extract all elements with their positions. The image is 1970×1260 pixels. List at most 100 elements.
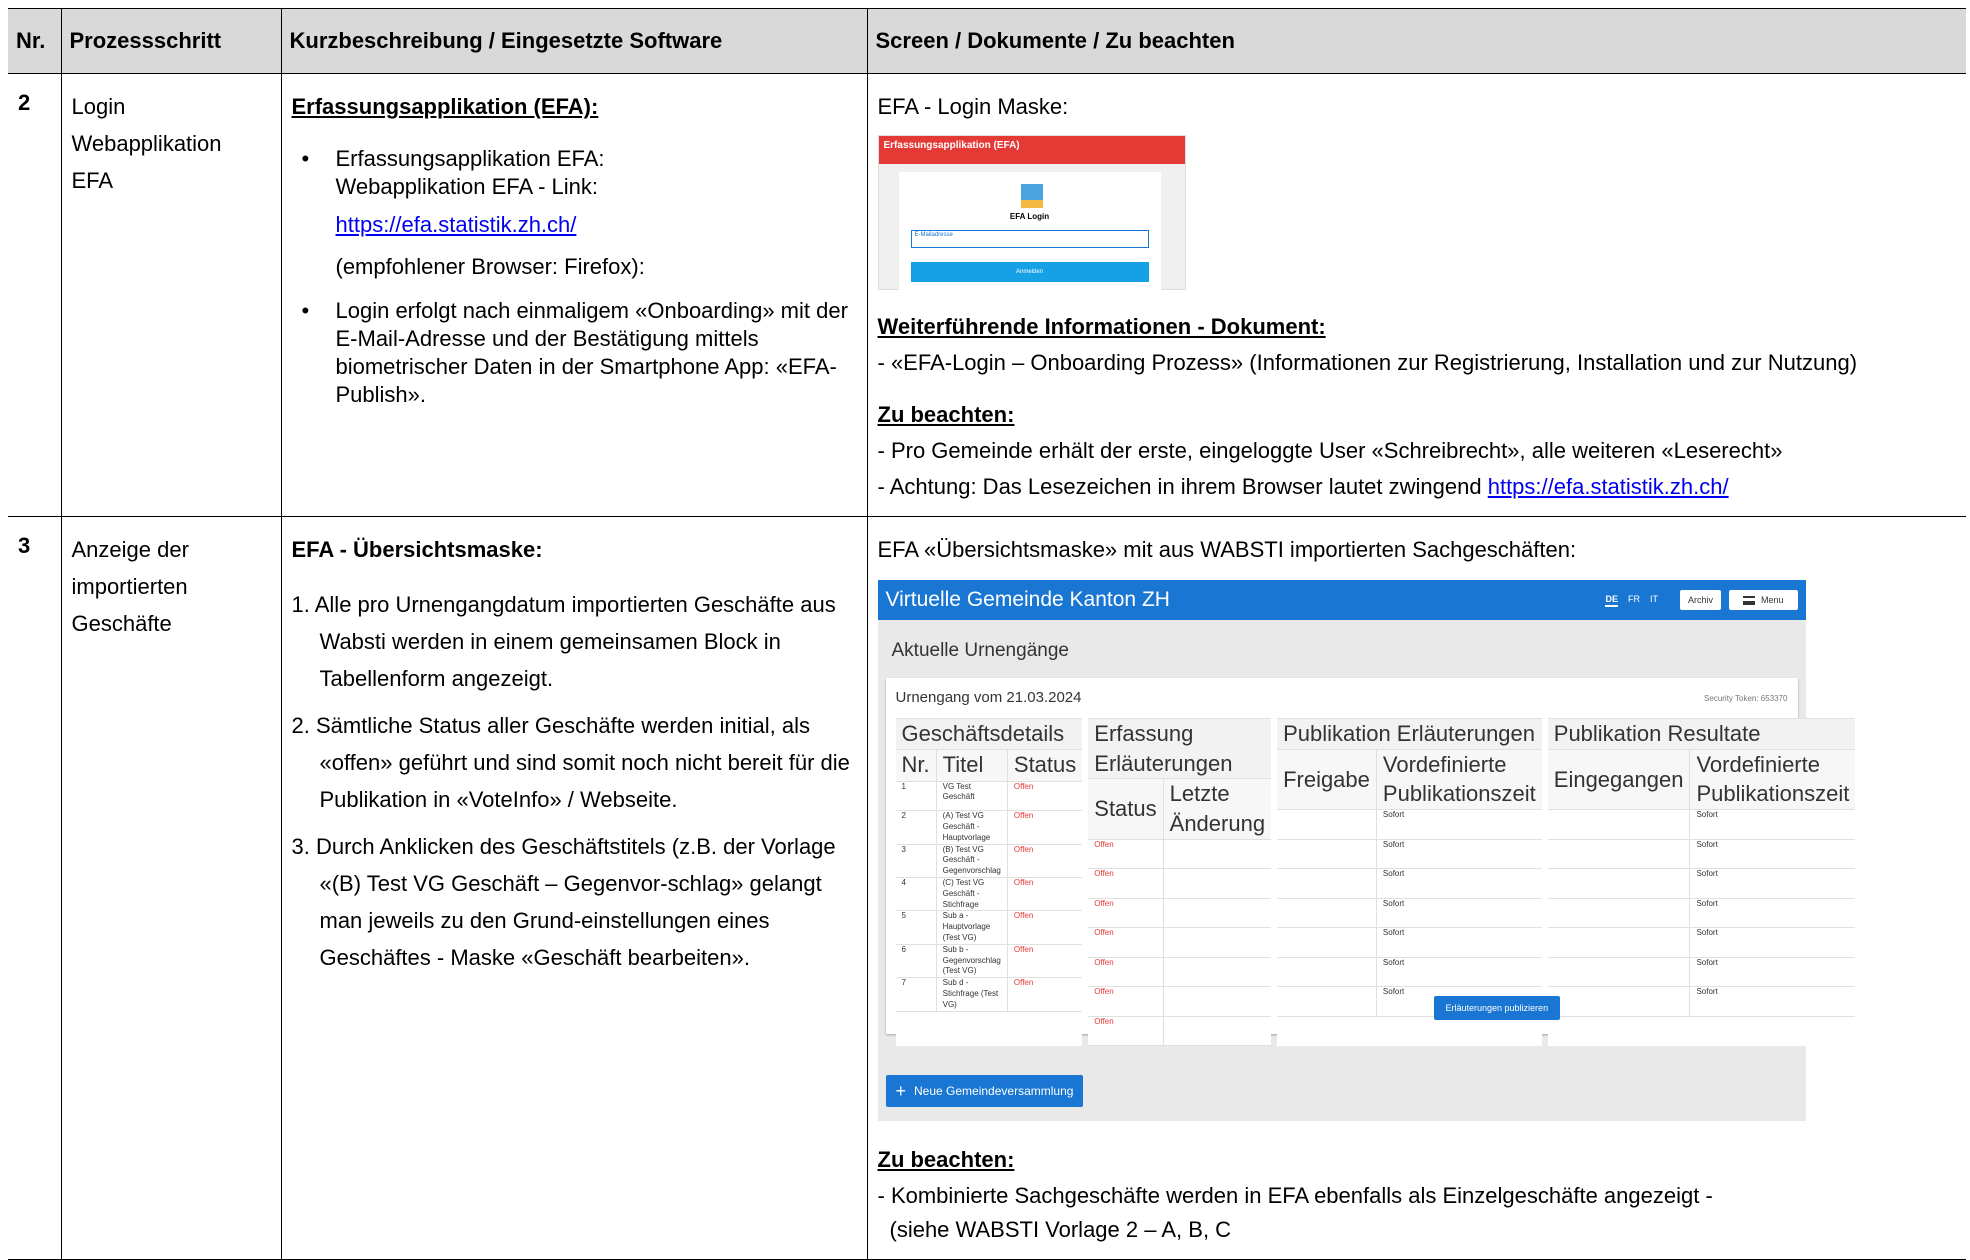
header-step: Prozessschritt — [60, 8, 282, 74]
row3-step: Anzeige der importierten Geschäfte — [60, 516, 282, 1260]
row-overview: 3 Anzeige der importierten Geschäfte EFA… — [8, 516, 1966, 1260]
business-title-link[interactable]: Sub b - Gegenvorschlag (Test VG) — [935, 943, 1008, 979]
letzte-aenderung — [1162, 838, 1272, 870]
letzte-aenderung — [1162, 897, 1272, 929]
table-row: Sofort — [1547, 868, 1856, 899]
table-row: Sofort — [1277, 927, 1542, 958]
lang-it[interactable]: IT — [1650, 593, 1658, 607]
erfassung-status: Offen — [1088, 956, 1164, 988]
efa-login-email-field: E-Mailadresse — [910, 230, 1149, 248]
header-row: Nr. Prozessschritt Kurzbeschreibung / Ei… — [8, 8, 1966, 74]
row3-screen-intro: EFA «Übersichtsmaske» mit aus WABSTI imp… — [877, 537, 1577, 562]
freigabe — [1277, 897, 1377, 929]
row2-bullet1-line2: Webapplikation EFA - Link: — [335, 174, 599, 199]
row3-note1: - Kombinierte Sachgeschäfte werden in EF… — [877, 1183, 1713, 1208]
business-title-link[interactable]: (B) Test VG Geschäft - Gegenvorschlag — [935, 843, 1008, 878]
col-nr: Nr. — [895, 748, 937, 782]
table-row: Sofort — [1277, 868, 1542, 899]
resultat-publikationszeit: Sofort — [1689, 868, 1856, 899]
table-row: Sofort — [1547, 809, 1856, 840]
row-nr: 2 — [895, 810, 937, 845]
col-eingegangen: Eingegangen — [1547, 748, 1691, 811]
row3-nr: 3 — [8, 516, 62, 1260]
table-row: Sofort — [1277, 956, 1542, 988]
status-badge: Offen — [1006, 843, 1083, 878]
table-row: Offen — [1088, 838, 1272, 870]
bookmark-link[interactable]: https://efa.statistik.zh.ch/ — [1488, 474, 1729, 499]
resultat-publikationszeit: Sofort — [1689, 956, 1856, 988]
lang-de[interactable]: DE — [1605, 593, 1618, 608]
row2-bullets-2: Login erfolgt nach einmaligem «Onboardin… — [292, 297, 857, 409]
plus-icon: + — [895, 1081, 907, 1102]
row2-step-line: EFA — [71, 168, 114, 193]
efa-logo-icon — [1020, 184, 1043, 208]
erfassung-status: Offen — [1088, 868, 1164, 899]
row3-screen: EFA «Übersichtsmaske» mit aus WABSTI imp… — [866, 516, 1966, 1260]
row3-note2: (siehe WABSTI Vorlage 2 – A, B, C — [889, 1217, 1232, 1242]
status-badge: Offen — [1006, 876, 1083, 912]
resultat-publikationszeit: Sofort — [1689, 809, 1856, 840]
row2-bullets: Erfassungsapplikation EFA: Webapplikatio… — [292, 145, 857, 201]
menu-button[interactable]: Menu — [1728, 589, 1798, 611]
new-assembly-button[interactable]: + Neue Gemeindeversammlung — [885, 1075, 1084, 1108]
block-erfassung: Erfassung Erläuterungen Status Letzte Än… — [1088, 717, 1272, 1047]
publikationszeit: Sofort — [1375, 927, 1542, 958]
table-row: 3 (B) Test VG Geschäft - Gegenvorschlag Of… — [895, 843, 1083, 878]
business-title-link[interactable]: (A) Test VG Geschäft - Hauptvorlage — [935, 810, 1008, 845]
row-login: 2 Login Webapplikation EFA Erfassungsapp… — [8, 73, 1966, 517]
row2-desc-heading: Erfassungsapplikation (EFA): — [291, 94, 599, 119]
col-letzte: Letzte Änderung — [1162, 778, 1272, 840]
row3-note-heading: Zu beachten: — [877, 1147, 1015, 1172]
business-title-link[interactable]: VG Test Geschäft — [935, 780, 1008, 812]
row2-screen-intro: EFA - Login Maske: — [877, 94, 1069, 119]
letzte-aenderung — [1162, 927, 1272, 958]
freigabe — [1277, 927, 1377, 958]
row-nr: 4 — [895, 876, 937, 912]
col-freigabe: Freigabe — [1277, 748, 1377, 811]
table-row: Offen — [1088, 956, 1272, 988]
status-badge: Offen — [1006, 943, 1083, 979]
header-screen: Screen / Dokumente / Zu beachten — [866, 8, 1966, 74]
erfassung-status: Offen — [1088, 986, 1164, 1017]
business-title-link[interactable]: (C) Test VG Geschäft - Stichfrage — [935, 876, 1008, 912]
business-grid: Geschäftsdetails Nr. Titel Status 1 VG Te… — [895, 717, 1856, 1047]
row-nr: 3 — [895, 843, 937, 878]
letzte-aenderung — [1162, 1015, 1272, 1047]
header-desc: Kurzbeschreibung / Eingesetzte Software — [280, 8, 868, 74]
table-row: Sofort — [1277, 809, 1542, 840]
row2-bullet2: Login erfolgt nach einmaligem «Onboardin… — [302, 297, 857, 409]
lang-fr[interactable]: FR — [1628, 593, 1640, 607]
efa-link[interactable]: https://efa.statistik.zh.ch/ — [336, 212, 577, 237]
business-title-link[interactable]: Sub d - Stichfrage (Test VG) — [935, 977, 1008, 1012]
row3-desc: EFA - Übersichtsmaske: 1. Alle pro Urnen… — [280, 516, 868, 1260]
table-row: 2 (A) Test VG Geschäft - Hauptvorlage Offe… — [895, 810, 1083, 845]
status-badge: Offen — [1006, 910, 1083, 945]
eingegangen — [1547, 897, 1691, 929]
letzte-aenderung — [1162, 986, 1272, 1017]
col-e-status: Status — [1088, 778, 1164, 840]
block-details: Geschäftsdetails Nr. Titel Status 1 VG Te… — [895, 718, 1083, 1047]
publikationszeit: Sofort — [1375, 956, 1542, 988]
table-row: Sofort — [1547, 838, 1856, 870]
header-nr: Nr. — [8, 8, 62, 74]
publish-explanations-button[interactable]: Erläuterungen publizieren — [1433, 996, 1561, 1021]
table-row: Offen — [1088, 1015, 1272, 1047]
business-title-link[interactable]: Sub a - Hauptvorlage (Test VG) — [935, 910, 1008, 945]
publikationszeit: Sofort — [1375, 897, 1542, 929]
efa-login-card: EFA Login E-Mailadresse Anmelden — [898, 172, 1161, 290]
eingegangen — [1547, 986, 1691, 1017]
row-nr: 6 — [895, 943, 937, 979]
eingegangen — [1547, 809, 1691, 840]
letzte-aenderung — [1162, 868, 1272, 899]
row3-item2: 2. Sämtliche Status aller Geschäfte werd… — [291, 713, 850, 812]
archiv-button[interactable]: Archiv — [1679, 589, 1721, 611]
row3-step-line: importierten — [71, 574, 188, 599]
table-row: Sofort — [1277, 838, 1542, 870]
letzte-aenderung — [1162, 956, 1272, 988]
table-row: 1 VG Test Geschäft Offen — [895, 780, 1083, 812]
erfassung-status: Offen — [1088, 897, 1164, 929]
freigabe — [1277, 838, 1377, 870]
publikationszeit: Sofort — [1375, 809, 1542, 840]
row2-note1: - Pro Gemeinde erhält der erste, eingelo… — [877, 438, 1783, 463]
row2-step-line: Login — [71, 94, 126, 119]
